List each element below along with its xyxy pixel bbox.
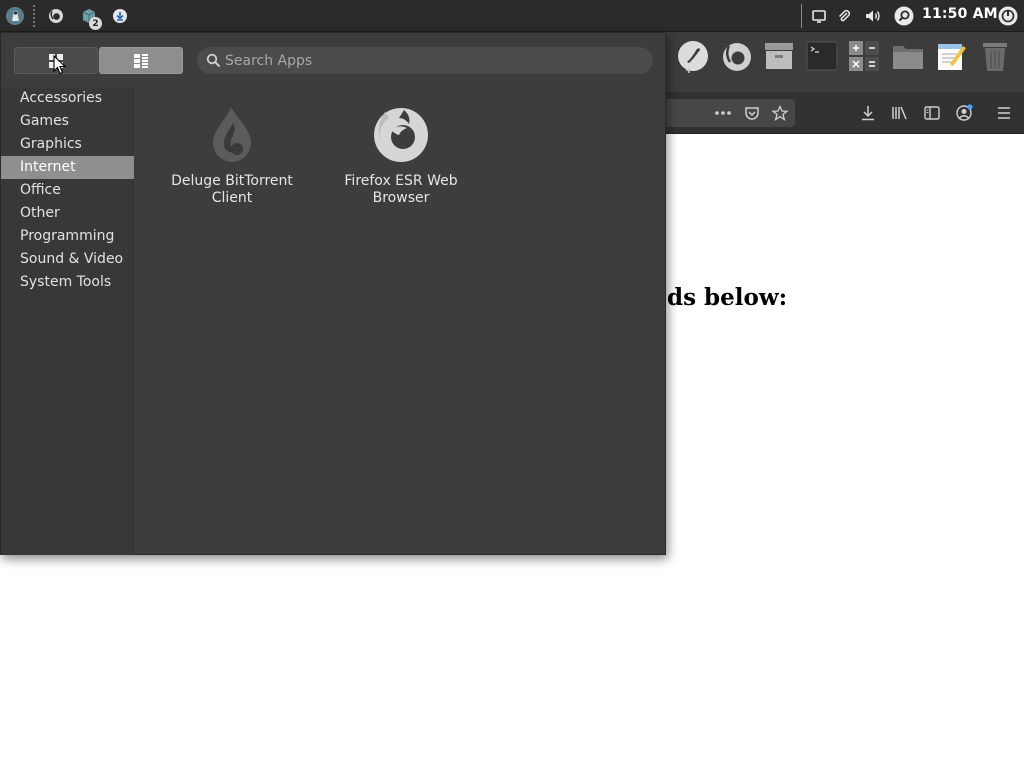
dock-bar [665,32,1024,92]
terminal-icon[interactable] [804,38,840,74]
power-icon[interactable] [997,5,1019,27]
rocket-icon[interactable] [675,38,711,74]
category-sound-video[interactable]: Sound & Video [1,248,134,271]
list-view-button[interactable] [99,47,183,74]
firefox-icon[interactable] [45,5,67,27]
application-menu: Accessories Games Graphics Internet Offi… [0,32,666,555]
category-list: Accessories Games Graphics Internet Offi… [1,87,134,555]
app-label: Deluge BitTorrent Client [171,173,293,206]
sidebar-icon[interactable] [921,102,943,124]
category-graphics[interactable]: Graphics [1,133,134,156]
app-label: Firefox ESR Web Browser [344,173,458,206]
browser-window: ds below: [665,32,1024,768]
clock[interactable]: 11:50 AM [922,6,998,22]
workspace-count-badge: 2 [89,17,102,30]
mouse-cursor-icon [53,54,67,75]
top-panel: 2 11:50 AM [0,0,1024,32]
category-internet[interactable]: Internet [1,156,134,179]
app-firefox-esr[interactable]: Firefox ESR Web Browser [316,101,486,211]
downloads-icon[interactable] [857,102,879,124]
download-icon[interactable] [109,5,131,27]
category-games[interactable]: Games [1,110,134,133]
hamburger-menu-icon[interactable] [993,102,1015,124]
list-view-icon [134,53,148,68]
more-actions-icon[interactable] [712,102,734,124]
firefox-icon[interactable] [719,38,755,74]
trash-icon[interactable] [977,38,1013,74]
account-icon[interactable] [953,102,975,124]
pocket-icon[interactable] [741,102,763,124]
search-icon[interactable] [893,5,915,27]
category-programming[interactable]: Programming [1,225,134,248]
folder-icon[interactable] [890,38,926,74]
bookmark-star-icon[interactable] [769,102,791,124]
category-accessories[interactable]: Accessories [1,87,134,110]
panel-separator [801,4,802,28]
paperclip-icon[interactable] [833,5,855,27]
archive-icon[interactable] [761,38,797,74]
search-input[interactable] [225,47,645,74]
library-icon[interactable] [889,102,911,124]
category-other[interactable]: Other [1,202,134,225]
panel-separator [33,5,35,27]
firefox-icon [370,103,432,165]
display-icon[interactable] [808,5,830,27]
app-deluge[interactable]: Deluge BitTorrent Client [147,101,317,211]
page-heading: ds below: [667,284,788,311]
app-menu-icon[interactable] [4,5,26,27]
search-box[interactable] [197,47,653,74]
deluge-icon [201,103,263,165]
category-office[interactable]: Office [1,179,134,202]
browser-nav-bar [665,92,1024,134]
volume-icon[interactable] [862,5,884,27]
calculator-icon[interactable] [846,38,882,74]
category-system-tools[interactable]: System Tools [1,271,134,294]
workspace-icon[interactable]: 2 [78,5,102,30]
text-editor-icon[interactable] [933,38,969,74]
search-icon [206,53,221,68]
